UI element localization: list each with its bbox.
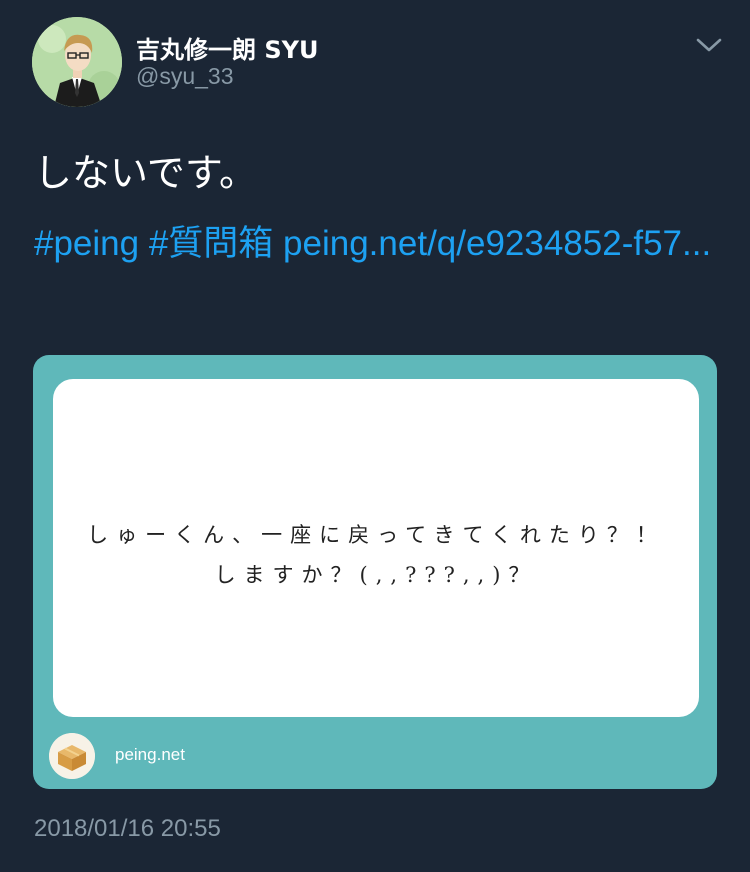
tweet-timestamp[interactable]: 2018/01/16 20:55 [34,815,221,843]
user-avatar[interactable] [32,17,122,107]
card-site-name: peing.net [115,745,185,764]
question-text: しゅーくん、一座に戻ってきてくれたり？！しますか？(,,???,,)？ [87,523,665,587]
tweet: 吉丸修一朗 SYU @syu_33 しないです。 #peing #質問箱 pei… [0,0,750,872]
display-name[interactable]: 吉丸修一朗 SYU [136,30,319,65]
hashtag-peing[interactable]: #peing [34,224,139,263]
tweet-text: しないです。 [34,151,258,195]
user-handle[interactable]: @syu_33 [136,63,234,90]
tweet-links: #peing #質問箱 peing.net/q/e9234852-f57... [34,216,724,272]
link-preview-card[interactable]: しゅーくん、一座に戻ってきてくれたり？！しますか？(,,???,,)？ pein… [33,355,717,789]
box-icon [49,733,95,779]
avatar-illustration [32,17,122,107]
chevron-down-icon[interactable] [694,34,724,56]
question-panel: しゅーくん、一座に戻ってきてくれたり？！しますか？(,,???,,)？ [53,379,699,717]
hashtag-shitsumonbako[interactable]: #質問箱 [149,224,273,263]
tweet-url-link[interactable]: peing.net/q/e9234852-f57... [283,224,711,263]
